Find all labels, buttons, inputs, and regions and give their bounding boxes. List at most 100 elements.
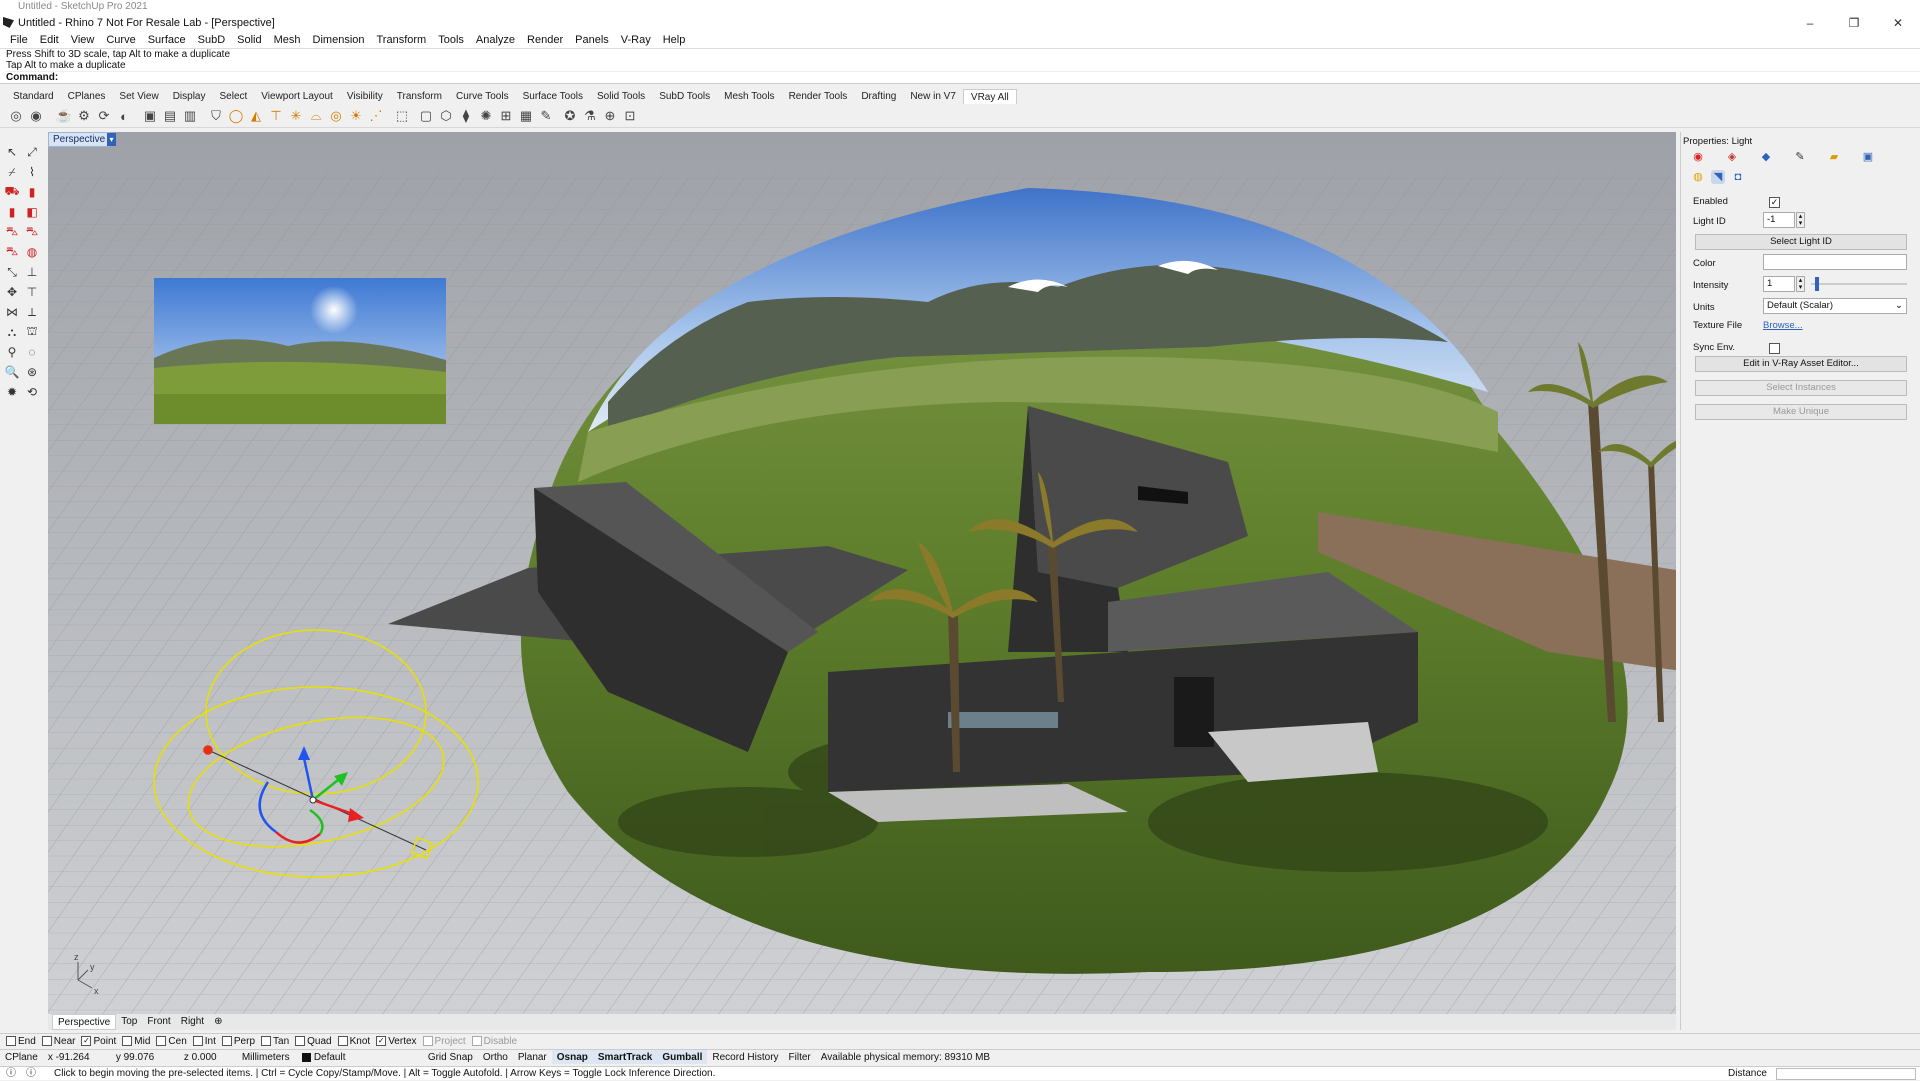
texture-props-icon[interactable]: ◆ — [1759, 150, 1773, 164]
subd-edit-icon[interactable]: ◍ — [24, 244, 40, 260]
solid-edit-icon[interactable]: ◧ — [24, 204, 40, 220]
lasso-icon[interactable]: ◌ — [24, 344, 40, 360]
osnap-tan-checkbox[interactable] — [261, 1036, 272, 1046]
menu-curve[interactable]: Curve — [100, 32, 141, 48]
transform-icon[interactable]: ✥ — [4, 284, 20, 300]
tab-subd-tools[interactable]: SubD Tools — [652, 89, 717, 104]
tab-visibility[interactable]: Visibility — [340, 89, 390, 104]
menu-dimension[interactable]: Dimension — [307, 32, 371, 48]
menu-surface[interactable]: Surface — [142, 32, 192, 48]
tab-drafting[interactable]: Drafting — [854, 89, 903, 104]
osnap-near-checkbox[interactable] — [41, 1036, 52, 1046]
menu-vray[interactable]: V-Ray — [615, 32, 657, 48]
distance-input[interactable] — [1776, 1068, 1916, 1080]
tab-cplanes[interactable]: CPlanes — [61, 89, 113, 104]
restore-button[interactable]: ❐ — [1832, 14, 1876, 32]
analyze-icon[interactable]: ⚲ — [4, 344, 20, 360]
color-swatch[interactable] — [1763, 254, 1907, 270]
perspective-viewport[interactable]: z y x — [48, 132, 1676, 1014]
menu-solid[interactable]: Solid — [231, 32, 267, 48]
decal-props-icon[interactable]: ✎ — [1793, 150, 1807, 164]
folder-props-icon[interactable]: ▰ — [1827, 150, 1841, 164]
tab-new-in-v7[interactable]: New in V7 — [903, 89, 963, 104]
polyline-icon[interactable]: ⌿ — [4, 164, 20, 180]
lightmix-icon[interactable]: ▥ — [182, 108, 198, 124]
close-button[interactable]: ✕ — [1876, 14, 1920, 32]
osnap-tan[interactable]: Tan — [261, 1034, 289, 1048]
mesh-light-icon[interactable]: ⌓ — [308, 108, 324, 124]
viewport-tab-perspective[interactable]: Perspective — [52, 1014, 117, 1030]
vray-render-icon[interactable]: ◎ — [8, 108, 24, 124]
menu-render[interactable]: Render — [521, 32, 569, 48]
units-select[interactable]: Default (Scalar) ⌄ — [1763, 298, 1907, 314]
osnap-cen[interactable]: Cen — [156, 1034, 187, 1048]
light-id-input[interactable]: -1 — [1763, 212, 1795, 228]
osnap-mid-checkbox[interactable] — [122, 1036, 133, 1046]
chaos-icon[interactable]: ⚗ — [582, 108, 598, 124]
render-icon[interactable]: ✹ — [4, 384, 20, 400]
curve-icon[interactable]: ⌇ — [24, 164, 40, 180]
planar-toggle[interactable]: Planar — [513, 1050, 552, 1064]
point-icon[interactable]: ⤢ — [24, 144, 40, 160]
osnap-vertex[interactable]: ✓ Vertex — [376, 1034, 417, 1048]
tab-transform[interactable]: Transform — [390, 89, 449, 104]
box-proxy-icon[interactable]: ▢ — [418, 108, 434, 124]
osnap-end-checkbox[interactable] — [6, 1036, 16, 1046]
lock-icon[interactable]: ⊡ — [622, 108, 638, 124]
mesh-icon[interactable]: ⛍ — [4, 224, 20, 240]
osnap-point-checkbox[interactable]: ✓ — [81, 1036, 92, 1046]
osnap-project[interactable]: Project — [422, 1034, 466, 1048]
explode-icon[interactable]: ⟂ — [24, 304, 40, 320]
record-history-toggle[interactable]: Record History — [707, 1050, 783, 1064]
osnap-int[interactable]: Int — [192, 1034, 216, 1048]
omni-light-icon[interactable]: ✳ — [288, 108, 304, 124]
rotate-view-icon[interactable]: ⊛ — [24, 364, 40, 380]
surface-tool-icon[interactable]: ⛟ — [4, 184, 20, 200]
viewport-tab-front[interactable]: Front — [142, 1014, 175, 1030]
scatter-icon[interactable]: ✺ — [478, 108, 494, 124]
tab-set-view[interactable]: Set View — [112, 89, 165, 104]
sync-env-checkbox[interactable] — [1769, 343, 1780, 354]
material-props-icon[interactable]: ◈ — [1725, 150, 1739, 164]
subd-icon[interactable]: ⛍ — [4, 244, 20, 260]
osnap-cen-checkbox[interactable] — [156, 1036, 167, 1046]
osnap-toggle[interactable]: Osnap — [551, 1050, 593, 1064]
menu-panels[interactable]: Panels — [569, 32, 615, 48]
vray-props-icon[interactable]: ▣ — [1861, 150, 1875, 164]
filter-toggle[interactable]: Filter — [784, 1050, 816, 1064]
vfb-icon[interactable]: ◐ — [116, 108, 132, 124]
batch-render-icon[interactable]: ▤ — [162, 108, 178, 124]
osnap-perp-checkbox[interactable] — [221, 1036, 232, 1046]
light-id-spinner[interactable]: ▴ ▾ — [1796, 212, 1805, 228]
dome-light-icon[interactable]: ◎ — [328, 108, 344, 124]
info-circle-icon[interactable]: ⓘ — [26, 1067, 36, 1081]
light-props-icon[interactable]: ◥ — [1711, 170, 1725, 184]
osnap-mid[interactable]: Mid — [122, 1034, 150, 1048]
decal-icon[interactable]: ⊞ — [498, 108, 514, 124]
grid-snap-toggle[interactable]: Grid Snap — [423, 1050, 478, 1064]
tab-solid-tools[interactable]: Solid Tools — [590, 89, 652, 104]
tab-surface-tools[interactable]: Surface Tools — [516, 89, 590, 104]
viewport-tab-top[interactable]: Top — [116, 1014, 142, 1030]
surface-edit-icon[interactable]: ▮ — [24, 184, 40, 200]
edit-asset-editor-button[interactable]: Edit in V-Ray Asset Editor... — [1695, 356, 1907, 372]
cplane-indicator[interactable]: CPlane — [0, 1050, 43, 1064]
text-icon[interactable]: ⊥ — [24, 264, 40, 280]
vray-interactive-icon[interactable]: ◉ — [28, 108, 44, 124]
osnap-knot-checkbox[interactable] — [337, 1036, 348, 1046]
osnap-point[interactable]: ✓ Point — [81, 1034, 116, 1048]
menu-file[interactable]: File — [4, 32, 34, 48]
osnap-disable-checkbox[interactable] — [471, 1036, 482, 1046]
ortho-toggle[interactable]: Ortho — [478, 1050, 513, 1064]
smarttrack-toggle[interactable]: SmartTrack — [592, 1050, 658, 1064]
help-icon[interactable]: ⊕ — [602, 108, 618, 124]
select-arrow-icon[interactable]: ↖ — [4, 144, 20, 160]
command-prompt-input[interactable]: Command: — [6, 71, 1920, 83]
add-viewport-icon[interactable]: ⊕ — [209, 1014, 227, 1030]
osnap-end[interactable]: End — [6, 1034, 36, 1048]
asset-editor-icon[interactable]: ⚙ — [76, 108, 92, 124]
lasso-select-icon[interactable]: ⟲ — [24, 384, 40, 400]
osnap-quad[interactable]: Quad — [295, 1034, 332, 1048]
tab-curve-tools[interactable]: Curve Tools — [449, 89, 516, 104]
sphere-light-icon[interactable]: ◯ — [228, 108, 244, 124]
